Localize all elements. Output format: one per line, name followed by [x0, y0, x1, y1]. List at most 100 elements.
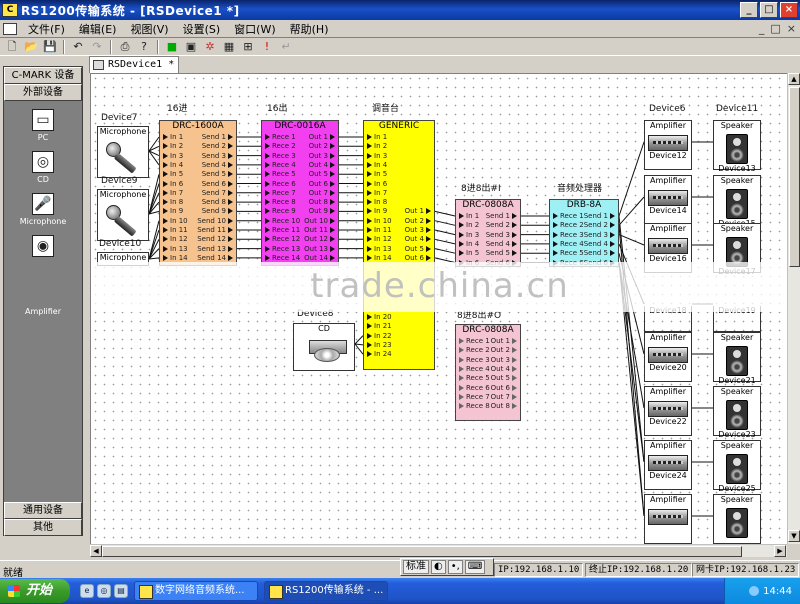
output-port[interactable]: Send 4	[202, 161, 233, 169]
output-port[interactable]: Send 4	[584, 240, 615, 248]
output-port[interactable]: Out 5	[491, 374, 517, 382]
ime-keyboard-icon[interactable]: ⌨	[464, 560, 486, 574]
palette-item-cd[interactable]: ◎ CD	[4, 151, 82, 184]
input-port[interactable]: In 1	[459, 212, 479, 220]
input-port[interactable]: Rece 4	[265, 161, 296, 169]
input-port[interactable]: In 9	[163, 207, 183, 215]
app-icon[interactable]: C	[2, 3, 18, 17]
input-port[interactable]: In 24	[367, 350, 392, 358]
menu-file[interactable]: 文件(F)	[21, 21, 72, 37]
input-port[interactable]: In 22	[367, 332, 392, 340]
input-port[interactable]: In 13	[367, 245, 392, 253]
help-icon[interactable]: ?	[136, 39, 152, 54]
color-icon[interactable]: ✲	[202, 39, 218, 54]
desktop-icon[interactable]: ▤	[114, 584, 128, 598]
input-port[interactable]: In 1	[163, 133, 183, 141]
maximize-button[interactable]: □	[760, 2, 778, 18]
output-port[interactable]: Send 6	[202, 180, 233, 188]
output-port[interactable]: Send 3	[202, 152, 233, 160]
amplifier-device[interactable]: Amplifier Device14	[644, 175, 692, 225]
block-drc0808a_1[interactable]: DRC-0808AIn 1In 2In 3In 4In 5In 6Send 1S…	[455, 199, 521, 267]
alert-icon[interactable]: !	[259, 39, 275, 54]
input-port[interactable]: Rece 12	[265, 235, 300, 243]
output-port[interactable]: Out 6	[405, 254, 431, 262]
output-port[interactable]: Out 3	[309, 152, 335, 160]
scroll-right-arrow[interactable]: ▶	[774, 545, 786, 557]
print-icon[interactable]: ⎙	[117, 39, 133, 54]
input-port[interactable]: In 11	[163, 226, 188, 234]
block-drb8a[interactable]: DRB-8ARece 1Rece 2Rece 3Rece 4Rece 5Rece…	[549, 199, 619, 267]
layout-icon[interactable]: ⊞	[240, 39, 256, 54]
output-port[interactable]: Send 1	[202, 133, 233, 141]
input-port[interactable]: Rece 8	[459, 402, 490, 410]
title-bar[interactable]: C RS1200传输系统 - [RSDevice1 *] _ □ ×	[0, 0, 800, 20]
output-port[interactable]: Out 12	[304, 235, 335, 243]
input-port[interactable]: In 5	[163, 170, 183, 178]
input-port[interactable]: In 2	[459, 221, 479, 229]
horizontal-scrollbar[interactable]: ◀ ▶	[90, 544, 787, 557]
tray-network-icon[interactable]	[749, 586, 760, 596]
output-port[interactable]: Out 8	[491, 402, 517, 410]
input-port[interactable]: Rece 5	[553, 249, 584, 257]
input-port[interactable]: In 11	[367, 226, 392, 234]
speaker-device[interactable]: Speaker Device23	[713, 386, 761, 439]
ime-toolbar[interactable]: 标准 ◐ •, ⌨	[400, 558, 494, 576]
enter-icon[interactable]: ↵	[278, 39, 294, 54]
mdi-restore-button[interactable]: □	[770, 22, 780, 35]
output-port[interactable]: Out 5	[405, 245, 431, 253]
input-port[interactable]: In 3	[367, 152, 387, 160]
output-port[interactable]: Send 7	[202, 189, 233, 197]
output-port[interactable]: Send 14	[197, 254, 233, 262]
input-port[interactable]: In 1	[367, 133, 387, 141]
output-port[interactable]: Out 2	[309, 142, 335, 150]
run-icon[interactable]: ■	[164, 39, 180, 54]
vertical-scrollbar[interactable]: ▲ ▼	[787, 73, 800, 544]
input-port[interactable]: Rece 13	[265, 245, 300, 253]
document-icon[interactable]	[3, 22, 17, 35]
input-port[interactable]: In 4	[163, 161, 183, 169]
input-port[interactable]: In 2	[367, 142, 387, 150]
block-drc0016a[interactable]: DRC-0016A Rece 1 Rece 2 Rece 3 Rece 4 Rece 5 R…	[261, 120, 339, 266]
input-port[interactable]: In 23	[367, 341, 392, 349]
amplifier-device[interactable]: Amplifier Device22	[644, 386, 692, 436]
input-port[interactable]: Rece 2	[553, 221, 584, 229]
monitor-icon[interactable]: ▣	[183, 39, 199, 54]
output-port[interactable]: Send 12	[197, 235, 233, 243]
palette-item-pc[interactable]: ▭ PC	[4, 109, 82, 142]
output-port[interactable]: Send 2	[486, 221, 517, 229]
input-port[interactable]: Rece 10	[265, 217, 300, 225]
output-port[interactable]: Out 2	[491, 346, 517, 354]
input-port[interactable]: Rece 1	[265, 133, 296, 141]
output-port[interactable]: Send 8	[202, 198, 233, 206]
input-port[interactable]: In 8	[367, 198, 387, 206]
amplifier-device[interactable]: Amplifier Device24	[644, 440, 692, 490]
scroll-up-arrow[interactable]: ▲	[788, 73, 800, 85]
speaker-device[interactable]: Speaker Device13	[713, 120, 761, 173]
output-port[interactable]: Out 7	[491, 393, 517, 401]
input-port[interactable]: Rece 2	[265, 142, 296, 150]
input-port[interactable]: In 4	[459, 240, 479, 248]
general-devices-button[interactable]: 通用设备	[4, 502, 82, 519]
taskbar-task-active[interactable]: RS1200传输系统 - ...	[264, 581, 388, 601]
output-port[interactable]: Out 2	[405, 217, 431, 225]
input-port[interactable]: In 3	[163, 152, 183, 160]
menu-settings[interactable]: 设置(S)	[176, 21, 228, 37]
amplifier-device[interactable]: Amplifier Device20	[644, 332, 692, 382]
input-port[interactable]: Rece 6	[459, 384, 490, 392]
input-port[interactable]: Rece 8	[265, 198, 296, 206]
media-icon[interactable]: ◎	[97, 584, 111, 598]
input-port[interactable]: Rece 2	[459, 346, 490, 354]
input-port[interactable]: In 7	[367, 189, 387, 197]
other-devices-button[interactable]: 其他	[4, 519, 82, 536]
input-port[interactable]: Rece 11	[265, 226, 300, 234]
palette-item-speaker[interactable]: ◉	[4, 235, 82, 259]
input-port[interactable]: In 8	[163, 198, 183, 206]
output-port[interactable]: Out 6	[309, 180, 335, 188]
external-devices-button[interactable]: 外部设备	[4, 84, 82, 101]
output-port[interactable]: Out 1	[405, 207, 431, 215]
input-port[interactable]: In 13	[163, 245, 188, 253]
output-port[interactable]: Send 11	[197, 226, 233, 234]
input-port[interactable]: In 2	[163, 142, 183, 150]
output-port[interactable]: Send 13	[197, 245, 233, 253]
input-port[interactable]: Rece 6	[265, 180, 296, 188]
